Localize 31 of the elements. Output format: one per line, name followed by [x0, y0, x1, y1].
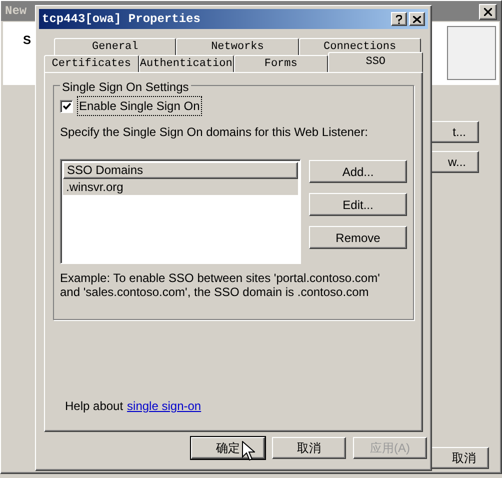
- window-title: New: [5, 3, 27, 20]
- header-text: S: [23, 32, 32, 49]
- checkbox[interactable]: [60, 100, 73, 112]
- mouse-cursor-icon: [242, 441, 255, 461]
- tab[interactable]: Forms: [234, 55, 328, 72]
- list-action-button[interactable]: Add...: [309, 160, 407, 183]
- list-action-button[interactable]: Edit...: [309, 193, 407, 216]
- help-button[interactable]: [391, 12, 407, 26]
- help-icon: [396, 14, 402, 24]
- column-header[interactable]: SSO Domains: [63, 162, 298, 179]
- close-icon: [484, 8, 492, 16]
- close-button[interactable]: [479, 4, 497, 20]
- tab[interactable]: Authentication: [138, 55, 234, 72]
- close-button[interactable]: [409, 12, 425, 26]
- close-icon: [413, 16, 421, 22]
- tab[interactable]: Networks: [176, 38, 299, 55]
- tab[interactable]: General: [54, 38, 176, 55]
- dialog-button[interactable]: 确定: [191, 437, 265, 459]
- checkbox-label[interactable]: Enable Single Sign On: [77, 96, 202, 116]
- instruction-text: Specify the Single Sign On domains for this Web Listener:: [60, 124, 369, 141]
- list-action-button[interactable]: Remove: [309, 226, 407, 249]
- dialog-title: tcp443[owa] Properties: [42, 11, 200, 28]
- tab[interactable]: SSO: [328, 52, 423, 72]
- image-frame: [447, 26, 496, 80]
- example-text: Example: To enable SSO between sites 'portal.contoso.com' and 'sales.contoso.com', the SSO domain is .contoso.com: [60, 271, 380, 299]
- help-link[interactable]: single sign-on: [127, 397, 202, 415]
- help-text: Help about: [65, 398, 124, 415]
- check-icon: [62, 102, 70, 110]
- dialog-button[interactable]: 取消: [272, 437, 346, 459]
- tab[interactable]: Certificates: [44, 55, 139, 72]
- list-item[interactable]: .winsvr.org: [63, 179, 298, 195]
